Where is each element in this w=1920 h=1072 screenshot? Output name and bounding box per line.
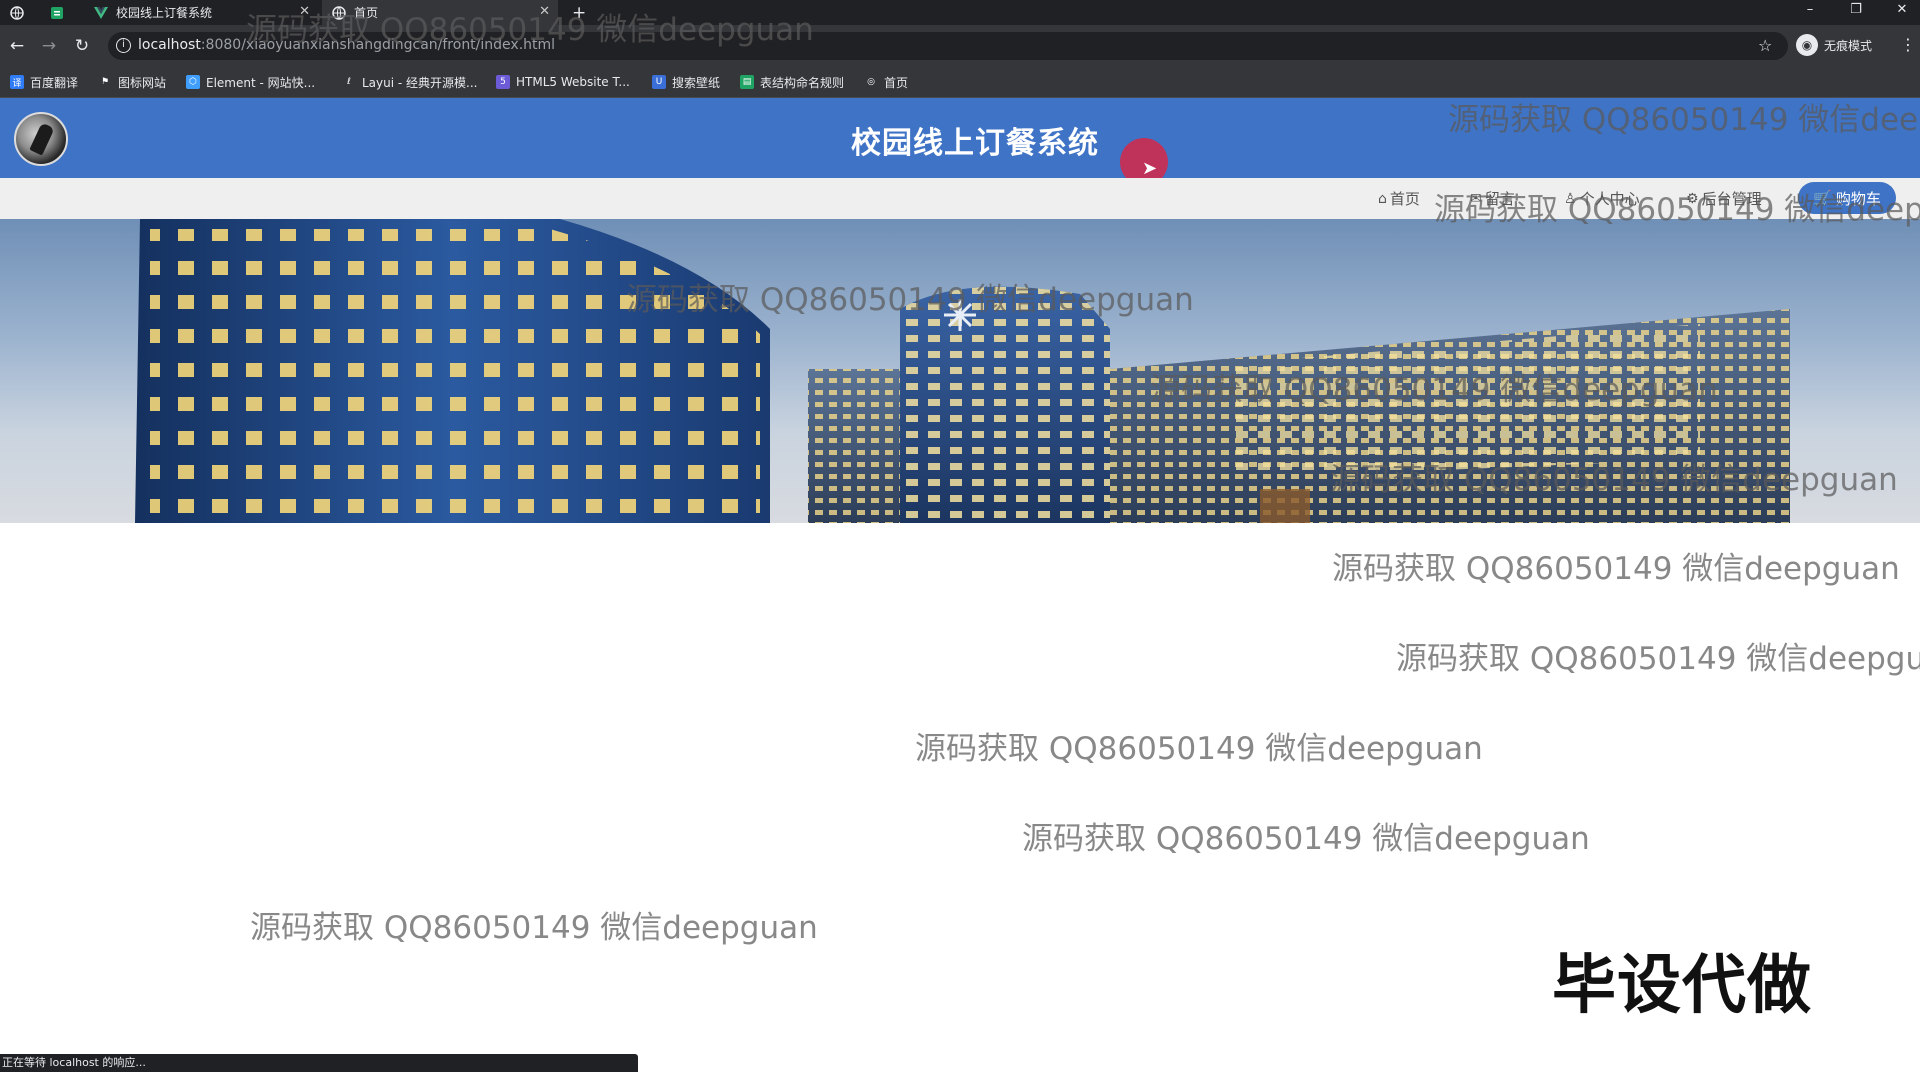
- info-icon[interactable]: i: [116, 38, 131, 53]
- nav-home[interactable]: ⌂ 首页: [1378, 188, 1420, 209]
- watermark-text: 源码获取 QQ86050149 微信deepguan: [250, 910, 818, 946]
- tab-title: 校园线上订餐系统: [116, 6, 213, 20]
- bookmark-wallpaper[interactable]: U 搜索壁纸: [652, 71, 720, 93]
- incognito-indicator[interactable]: ◉ 无痕模式: [1796, 34, 1872, 56]
- wallpaper-icon: U: [652, 75, 666, 89]
- bookmark-label: 图标网站: [118, 75, 167, 90]
- bookmark-star-icon[interactable]: ☆: [1758, 36, 1772, 55]
- incognito-icon: ◉: [1796, 34, 1818, 56]
- bookmark-icon-site[interactable]: ⚑ 图标网站: [98, 71, 166, 93]
- bookmark-label: Layui - 经典开源模...: [362, 75, 478, 90]
- watermark-text: 源码获取 QQ86050149 微信deepguan: [1022, 821, 1590, 857]
- mouse-pointer-icon: ➤: [1142, 158, 1158, 179]
- vue-icon: [94, 6, 108, 20]
- bookmark-label: Element - 网站快...: [206, 75, 316, 90]
- bookmark-baidu-translate[interactable]: 译百度翻译: [10, 71, 78, 93]
- watermark-text: 源码获取 QQ86050149 微信deepguan: [1150, 372, 1718, 408]
- sheet-icon: ▤: [740, 75, 754, 89]
- restore-icon[interactable]: ❐: [1836, 2, 1876, 17]
- translate-icon: 译: [10, 75, 24, 89]
- tab-pinned-1[interactable]: [10, 0, 40, 25]
- bookmark-label: 首页: [884, 75, 909, 90]
- layui-icon: ℓ: [347, 77, 351, 87]
- watermark-text: 源码获取 QQ86050149 微信deepguan: [626, 282, 1194, 318]
- globe-icon: [10, 5, 24, 20]
- watermark-text: 源码获取 QQ86050149 微信deepguan: [246, 12, 814, 48]
- bookmark-table-naming[interactable]: ▤ 表结构命名规则: [740, 71, 844, 93]
- bookmark-label: HTML5 Website T...: [516, 75, 630, 89]
- globe-icon: ◎: [867, 77, 875, 87]
- tab-pinned-2[interactable]: [50, 0, 80, 25]
- watermark-text: 源码获取 QQ86050149 微信deepguan: [1448, 102, 1920, 138]
- html5-icon: 5: [496, 75, 510, 89]
- window-close-icon[interactable]: ✕: [1882, 2, 1920, 17]
- nav-home-label: 首页: [1389, 190, 1420, 208]
- watermark-text: 源码获取 QQ86050149 微信deepguan: [915, 731, 1483, 767]
- url-host: localhost: [138, 37, 201, 53]
- back-icon[interactable]: ←: [6, 35, 28, 57]
- browser-menu-icon[interactable]: ⋮: [1900, 35, 1916, 54]
- watermark-text: 源码获取 QQ86050149 微信deepguan: [1330, 462, 1898, 498]
- bookmark-home[interactable]: ◎ 首页: [864, 71, 908, 93]
- forward-icon[interactable]: →: [38, 35, 60, 57]
- bookmark-element[interactable]: ⬡ Element - 网站快...: [186, 71, 315, 93]
- green-square-icon: [50, 6, 64, 20]
- bookmark-label: 百度翻译: [30, 75, 79, 90]
- bookmark-layui[interactable]: ℓ Layui - 经典开源模...: [342, 71, 477, 93]
- watermark-text: 源码获取 QQ86050149 微信deepguan: [1396, 641, 1920, 677]
- home-icon: ⌂: [1378, 190, 1387, 207]
- bookmark-label: 搜索壁纸: [672, 75, 721, 90]
- flag-icon: ⚑: [100, 77, 110, 87]
- bookmark-html5[interactable]: 5 HTML5 Website T...: [496, 71, 630, 93]
- incognito-label: 无痕模式: [1824, 38, 1873, 53]
- watermark-text: 源码获取 QQ86050149 微信deepguan: [1434, 192, 1920, 228]
- minimize-icon[interactable]: –: [1790, 2, 1830, 17]
- promo-text: 毕设代做: [1552, 949, 1812, 1023]
- status-bar: 正在等待 localhost 的响应...: [0, 1054, 638, 1072]
- site-logo[interactable]: [14, 112, 68, 166]
- element-icon: ⬡: [186, 75, 200, 89]
- bookmark-label: 表结构命名规则: [760, 75, 845, 90]
- reload-icon[interactable]: ↻: [71, 35, 93, 57]
- watermark-text: 源码获取 QQ86050149 微信deepguan: [1332, 551, 1900, 587]
